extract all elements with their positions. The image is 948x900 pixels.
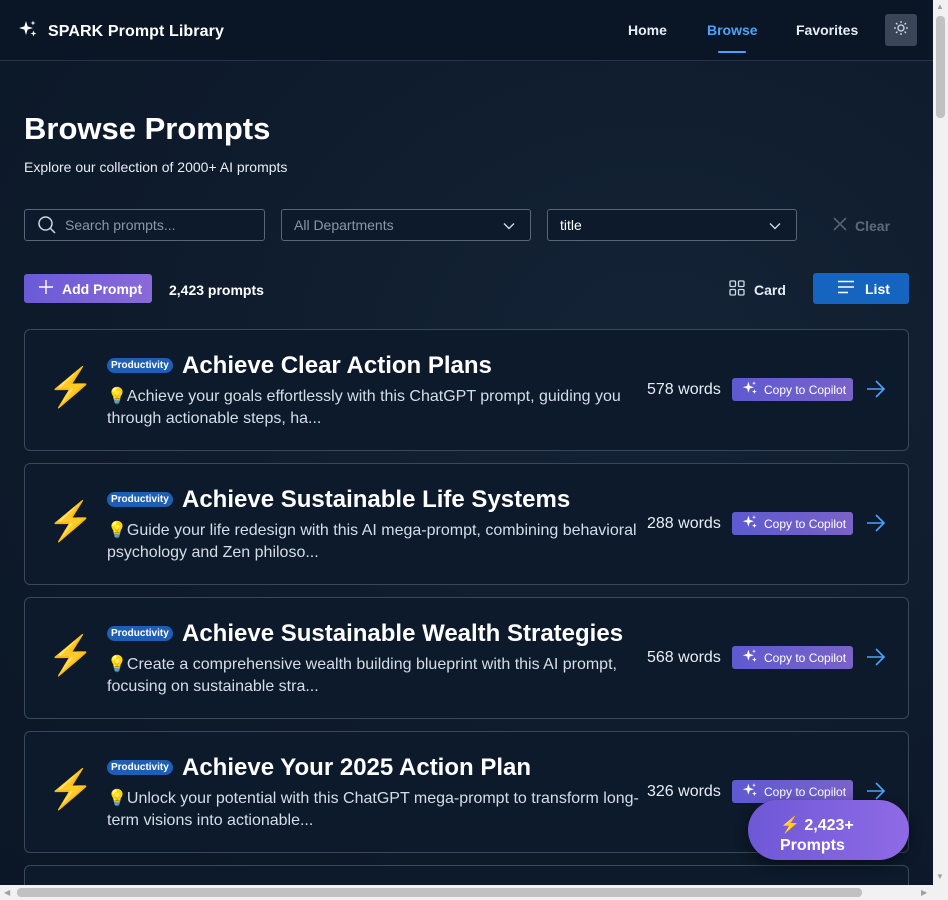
list-view-label: List	[865, 280, 890, 297]
prompt-title[interactable]: Achieve Sustainable Wealth Strategies	[182, 620, 623, 648]
list-view-button[interactable]: List	[813, 273, 909, 304]
category-badge: Productivity	[107, 760, 173, 775]
word-count: 326 words	[647, 783, 721, 800]
prompt-title[interactable]: Achieve Your 2025 Action Plan	[182, 754, 531, 782]
top-header: SPARK Prompt Library Home Browse Favorit…	[0, 0, 933, 61]
prompt-card[interactable]: ⚡ Productivity Achieve Sustainable Wealt…	[24, 597, 909, 719]
brand[interactable]: SPARK Prompt Library	[18, 19, 224, 44]
arrow-right-icon[interactable]	[865, 647, 887, 672]
copy-to-copilot-label: Copy to Copilot	[764, 650, 847, 665]
prompt-total-badge[interactable]: ⚡ 2,423+ Prompts	[748, 800, 909, 860]
prompt-title[interactable]: Achieve Clear Action Plans	[182, 352, 492, 380]
sun-icon	[893, 20, 909, 41]
plus-icon	[38, 279, 54, 298]
copy-to-copilot-label: Copy to Copilot	[764, 382, 847, 397]
copy-to-copilot-label: Copy to Copilot	[764, 516, 847, 531]
nav-home[interactable]: Home	[628, 22, 667, 38]
sparkle-logo-icon	[18, 19, 38, 44]
nav-browse[interactable]: Browse	[707, 22, 758, 38]
scroll-right-arrow-icon[interactable]: ▶	[921, 888, 927, 897]
prompt-description: 💡Unlock your potential with this ChatGPT…	[107, 790, 639, 829]
lightning-icon: ⚡	[47, 635, 95, 677]
copy-to-copilot-button[interactable]: Copy to Copilot	[732, 512, 853, 535]
department-select[interactable]: All Departments	[281, 209, 531, 241]
sparkle-icon	[742, 380, 758, 399]
prompt-card[interactable]: ⚡ Productivity Achieve Sustainable Life …	[24, 463, 909, 585]
app-title: SPARK Prompt Library	[48, 22, 224, 40]
sparkle-icon	[742, 782, 758, 801]
arrow-right-icon[interactable]	[865, 379, 887, 404]
chevron-down-icon	[502, 219, 516, 236]
close-icon	[833, 217, 847, 234]
prompt-description: 💡Achieve your goals effortlessly with th…	[107, 388, 621, 427]
clear-filters-label: Clear	[855, 217, 891, 234]
department-select-value: All Departments	[294, 217, 394, 233]
category-badge: Productivity	[107, 358, 173, 373]
horizontal-scrollbar-thumb[interactable]	[17, 888, 862, 897]
scroll-up-arrow-icon[interactable]: ▲	[936, 2, 944, 11]
clear-filters-button[interactable]: Clear	[833, 217, 890, 234]
sort-select[interactable]: title	[547, 209, 797, 241]
prompt-description: 💡Create a comprehensive wealth building …	[107, 656, 617, 695]
scroll-down-arrow-icon[interactable]: ▼	[936, 872, 944, 881]
card-view-label: Card	[754, 281, 786, 298]
grid-icon	[729, 280, 745, 299]
copy-to-copilot-button[interactable]: Copy to Copilot	[732, 378, 853, 401]
word-count: 568 words	[647, 649, 721, 666]
search-input[interactable]	[65, 217, 255, 233]
theme-toggle-button[interactable]	[885, 14, 917, 46]
add-prompt-button[interactable]: Add Prompt	[24, 274, 152, 303]
prompt-description: 💡Guide your life redesign with this AI m…	[107, 522, 637, 561]
prompt-card[interactable]: ⚡ Productivity Achieve Clear Action Plan…	[24, 329, 909, 451]
chevron-down-icon	[768, 219, 782, 236]
word-count: 288 words	[647, 515, 721, 532]
sparkle-icon	[742, 514, 758, 533]
sparkle-icon	[742, 648, 758, 667]
word-count: 578 words	[647, 381, 721, 398]
page-title: Browse Prompts	[24, 111, 271, 146]
sort-select-value: title	[560, 217, 582, 233]
nav-active-indicator	[718, 51, 746, 53]
vertical-scrollbar-thumb[interactable]	[936, 16, 945, 118]
arrow-right-icon[interactable]	[865, 513, 887, 538]
add-prompt-label: Add Prompt	[62, 280, 143, 297]
search-field[interactable]	[24, 209, 265, 241]
prompt-title[interactable]: Achieve Sustainable Life Systems	[182, 486, 570, 514]
lightning-icon: ⚡	[47, 769, 95, 811]
nav-favorites[interactable]: Favorites	[796, 22, 858, 38]
prompt-count: 2,423 prompts	[169, 282, 264, 298]
page-subtitle: Explore our collection of 2000+ AI promp…	[24, 159, 288, 175]
list-icon	[837, 280, 855, 297]
scroll-left-arrow-icon[interactable]: ◀	[4, 888, 10, 897]
search-icon	[37, 215, 57, 235]
vertical-scrollbar[interactable]	[933, 0, 948, 885]
copy-to-copilot-label: Copy to Copilot	[764, 784, 847, 799]
copy-to-copilot-button[interactable]: Copy to Copilot	[732, 646, 853, 669]
lightning-icon: ⚡	[47, 501, 95, 543]
lightning-icon: ⚡	[47, 367, 95, 409]
category-badge: Productivity	[107, 492, 173, 507]
category-badge: Productivity	[107, 626, 173, 641]
card-view-button[interactable]: Card	[729, 280, 786, 299]
